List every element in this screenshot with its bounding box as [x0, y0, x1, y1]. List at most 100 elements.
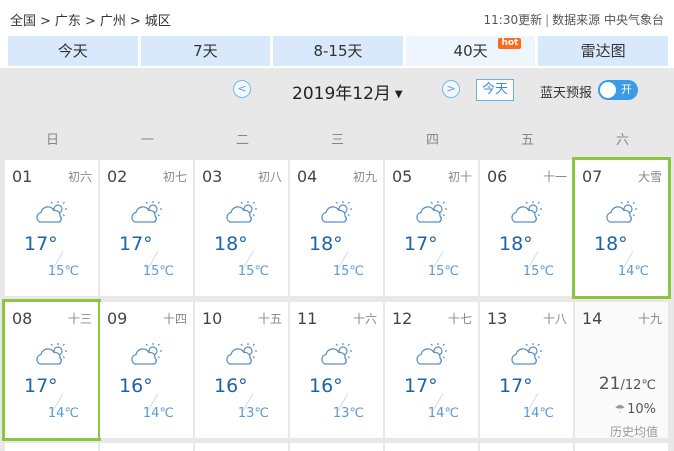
calendar-day-cell[interactable]: 07 大雪 18° 14℃ — [572, 157, 671, 299]
calendar-row-partial — [5, 443, 669, 451]
calendar-day-cell[interactable]: 08 十三 17° 14℃ — [2, 299, 101, 441]
blue-sky-forecast-label: 蓝天预报 — [540, 86, 593, 101]
day-number: 08 — [12, 309, 33, 328]
calendar-day-cell[interactable]: 03 初八 18° 15℃ — [195, 160, 288, 296]
day-number: 12 — [392, 309, 413, 328]
calendar-day-cell[interactable]: 11 十六 16° 13℃ — [290, 302, 383, 438]
tab-radar[interactable]: 雷达图 — [538, 36, 668, 66]
breadcrumb-city[interactable]: 广州 — [100, 14, 126, 29]
partly-cloudy-icon — [320, 342, 354, 368]
umbrella-icon: ☂ — [614, 402, 626, 416]
low-temp: 13℃ — [332, 406, 364, 421]
calendar-day-cell[interactable]: 12 十七 17° 14℃ — [385, 302, 478, 438]
low-temp: 15℃ — [427, 264, 459, 279]
toggle-knob — [600, 82, 616, 98]
partly-cloudy-icon — [225, 200, 259, 226]
day-number: 02 — [107, 167, 128, 186]
caret-down-icon: ▼ — [394, 89, 403, 100]
low-temp: 15℃ — [237, 264, 269, 279]
tab-today[interactable]: 今天 — [8, 36, 138, 66]
low-temp: 14℃ — [617, 264, 649, 279]
partly-cloudy-icon — [35, 342, 69, 368]
high-temp: 17° — [119, 233, 153, 255]
calendar-day-cell[interactable]: 06 十一 18° 15℃ — [480, 160, 573, 296]
breadcrumb-separator: > — [84, 14, 96, 29]
historical-average-temp: 21/12℃ — [599, 374, 656, 394]
day-number: 10 — [202, 309, 223, 328]
calendar-day-cell[interactable]: 10 十五 16° 13℃ — [195, 302, 288, 438]
high-temp: 18° — [499, 233, 533, 255]
data-source: 数据来源 中央气象台 — [552, 13, 664, 27]
low-temp: 15℃ — [522, 264, 554, 279]
month-navigation: < 2019年12月 ▼ > 今天 蓝天预报 开 — [0, 68, 674, 118]
tab-7-days[interactable]: 7天 — [140, 36, 271, 66]
tab-8-15-days[interactable]: 8-15天 — [273, 36, 403, 66]
day-number: 13 — [487, 309, 508, 328]
high-temp: 16° — [119, 375, 153, 397]
low-temp: 15℃ — [142, 264, 174, 279]
calendar-day-cell[interactable]: 05 初十 17° 15℃ — [385, 160, 478, 296]
lunar-date: 大雪 — [637, 170, 662, 184]
day-number: 03 — [202, 167, 223, 186]
lunar-date: 初十 — [447, 170, 472, 184]
weekday-label: 五 — [520, 133, 534, 148]
forecast-tabs: 今天 7天 8-15天 40天 hot 雷达图 — [8, 36, 668, 66]
calendar-cell-partial — [5, 443, 98, 451]
calendar-day-cell[interactable]: 13 十八 17° 14℃ — [480, 302, 573, 438]
breadcrumb-country[interactable]: 全国 — [10, 14, 36, 29]
toggle-label: 开 — [621, 83, 632, 96]
low-temp: 15℃ — [47, 264, 79, 279]
month-label: 2019年12月 — [292, 84, 391, 104]
weekday-label: 六 — [615, 133, 629, 148]
high-temp: 17° — [404, 375, 438, 397]
partly-cloudy-icon — [415, 342, 449, 368]
high-temp: 16° — [214, 375, 248, 397]
high-temp: 17° — [404, 233, 438, 255]
calendar-day-cell[interactable]: 14 十九 21/12℃ ☂ 10% 历史均值 — [575, 302, 668, 439]
day-number: 01 — [12, 167, 33, 186]
historical-low-temp: /12℃ — [620, 378, 656, 393]
low-temp: 14℃ — [427, 406, 459, 421]
low-temp: 13℃ — [237, 406, 269, 421]
lunar-date: 十四 — [162, 312, 187, 326]
next-month-button[interactable]: > — [442, 80, 460, 98]
today-button[interactable]: 今天 — [476, 79, 514, 101]
breadcrumb: 全国 > 广东 > 广州 > 城区 — [10, 10, 171, 29]
lunar-date: 十八 — [542, 312, 567, 326]
high-temp: 18° — [214, 233, 248, 255]
weekday-label: 四 — [425, 133, 439, 148]
lunar-date: 初八 — [257, 170, 282, 184]
calendar-day-cell[interactable]: 09 十四 16° 14℃ — [100, 302, 193, 438]
day-number: 04 — [297, 167, 318, 186]
tab-40-days[interactable]: 40天 hot — [405, 36, 536, 66]
calendar-day-cell[interactable]: 02 初七 17° 15℃ — [100, 160, 193, 296]
breadcrumb-separator: > — [40, 14, 51, 29]
partly-cloudy-icon — [130, 342, 164, 368]
calendar-day-cell[interactable]: 01 初六 17° 15℃ — [5, 160, 98, 296]
calendar-panel: < 2019年12月 ▼ > 今天 蓝天预报 开 日一二三四五六 01 初六 17° 1… — [0, 68, 674, 451]
low-temp: 14℃ — [47, 406, 79, 421]
calendar-cell-partial — [290, 443, 383, 451]
partly-cloudy-icon — [35, 200, 69, 226]
calendar-cell-partial — [575, 443, 668, 451]
calendar-cell-partial — [385, 443, 478, 451]
update-time: 11:30更新 — [483, 13, 543, 27]
partly-cloudy-icon — [320, 200, 354, 226]
blue-sky-forecast-toggle[interactable]: 开 — [598, 80, 638, 100]
low-temp: 15℃ — [332, 264, 364, 279]
calendar-cell-partial — [195, 443, 288, 451]
day-number: 06 — [487, 167, 508, 186]
day-number: 09 — [107, 309, 128, 328]
historical-average-label: 历史均值 — [609, 425, 658, 439]
prev-month-button[interactable]: < — [233, 80, 251, 98]
high-temp: 16° — [309, 375, 343, 397]
high-temp: 17° — [24, 375, 58, 397]
day-number: 11 — [297, 309, 318, 328]
calendar-cell-partial — [100, 443, 193, 451]
weekday-label: 一 — [140, 133, 154, 148]
lunar-date: 十五 — [257, 312, 282, 326]
hot-badge: hot — [498, 38, 522, 49]
breadcrumb-province[interactable]: 广东 — [55, 14, 81, 29]
month-selector[interactable]: 2019年12月 ▼ — [292, 79, 403, 104]
calendar-day-cell[interactable]: 04 初九 18° 15℃ — [290, 160, 383, 296]
